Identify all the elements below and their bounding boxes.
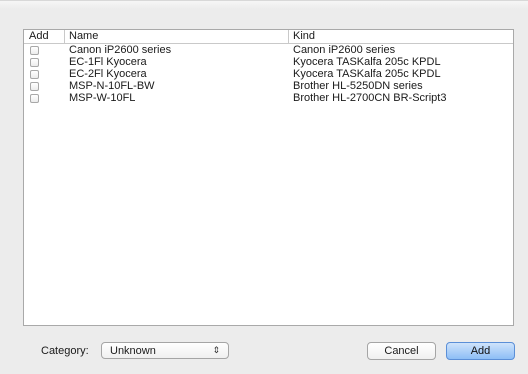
table-row[interactable]: MSP-N-10FL-BW Brother HL-5250DN series bbox=[24, 80, 513, 92]
table-row[interactable]: Canon iP2600 series Canon iP2600 series bbox=[24, 44, 513, 56]
printer-name: MSP-W-10FL bbox=[69, 92, 136, 104]
printer-name: EC-1Fl Kyocera bbox=[69, 56, 147, 68]
printer-kind: Kyocera TASKalfa 205c KPDL bbox=[293, 68, 441, 80]
add-checkbox[interactable] bbox=[30, 82, 39, 91]
sheet-top-edge bbox=[0, 1, 528, 9]
add-checkbox[interactable] bbox=[30, 70, 39, 79]
add-checkbox[interactable] bbox=[30, 94, 39, 103]
table-row[interactable]: MSP-W-10FL Brother HL-2700CN BR-Script3 bbox=[24, 92, 513, 104]
cancel-button[interactable]: Cancel bbox=[367, 342, 436, 360]
column-header-name[interactable]: Name bbox=[64, 30, 289, 43]
printer-name: MSP-N-10FL-BW bbox=[69, 80, 155, 92]
add-checkbox[interactable] bbox=[30, 46, 39, 55]
add-button[interactable]: Add bbox=[446, 342, 515, 360]
category-label: Category: bbox=[41, 345, 89, 357]
printer-name: Canon iP2600 series bbox=[69, 44, 172, 56]
printer-kind: Kyocera TASKalfa 205c KPDL bbox=[293, 56, 441, 68]
printer-kind: Brother HL-2700CN BR-Script3 bbox=[293, 92, 447, 104]
column-header-kind[interactable]: Kind bbox=[288, 30, 513, 43]
printer-table[interactable]: Add Name Kind Canon iP2600 series Canon … bbox=[23, 29, 514, 326]
table-header: Add Name Kind bbox=[24, 30, 513, 44]
category-popup[interactable]: Unknown ⇕ bbox=[101, 342, 229, 359]
add-checkbox[interactable] bbox=[30, 58, 39, 67]
add-printer-sheet: Add Name Kind Canon iP2600 series Canon … bbox=[0, 0, 528, 374]
printer-name: EC-2Fl Kyocera bbox=[69, 68, 147, 80]
column-header-add[interactable]: Add bbox=[29, 30, 59, 43]
category-value: Unknown bbox=[110, 345, 156, 357]
updown-arrows-icon: ⇕ bbox=[212, 345, 220, 355]
table-body: Canon iP2600 series Canon iP2600 series … bbox=[24, 44, 513, 104]
printer-kind: Brother HL-5250DN series bbox=[293, 80, 423, 92]
table-row[interactable]: EC-2Fl Kyocera Kyocera TASKalfa 205c KPD… bbox=[24, 68, 513, 80]
printer-kind: Canon iP2600 series bbox=[293, 44, 396, 56]
table-row[interactable]: EC-1Fl Kyocera Kyocera TASKalfa 205c KPD… bbox=[24, 56, 513, 68]
